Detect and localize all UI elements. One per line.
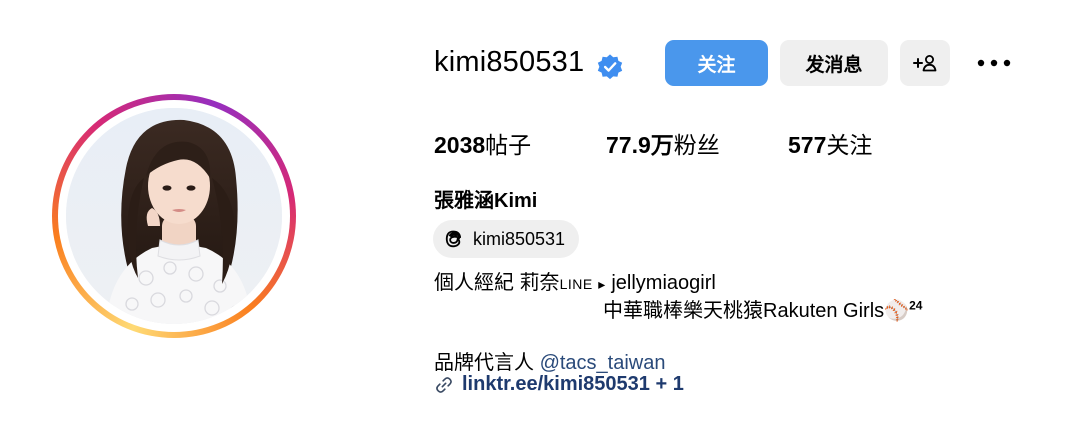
bio-line-1: 個人經紀 莉奈LINE ▸ jellymiaogirl — [434, 266, 716, 295]
posts-stat: 2038帖子 — [434, 126, 531, 160]
profile-avatar-ring[interactable] — [52, 94, 296, 338]
suggest-users-button[interactable] — [900, 40, 950, 86]
more-horizontal-icon — [977, 59, 1011, 67]
followers-stat[interactable]: 77.9万粉丝 — [606, 126, 720, 160]
add-user-icon — [913, 55, 937, 72]
brand-mention-link[interactable]: @tacs_taiwan — [540, 352, 666, 374]
baseball-icon: ⚾ — [884, 300, 910, 322]
arrow-icon: ▸ — [598, 276, 606, 292]
profile-stats: 2038帖子 77.9万粉丝 577关注 — [434, 126, 954, 158]
jersey-number: 24 — [909, 298, 923, 313]
bio-line-1-suffix: jellymiaogirl — [611, 272, 716, 294]
bio-line-3-prefix: 品牌代言人 — [434, 352, 534, 374]
bio-line-1-prefix: 個人經紀 莉奈 — [434, 272, 560, 294]
bio-line-2: 中華職棒樂天桃猿Rakuten Girls⚾24 — [603, 294, 922, 323]
threads-badge[interactable]: kimi850531 — [433, 220, 580, 258]
posts-count: 2038 — [434, 132, 486, 158]
message-button[interactable]: 发消息 — [780, 40, 888, 86]
followers-count: 77.9万 — [606, 132, 674, 158]
line-tag: LINE — [559, 276, 593, 292]
bio-line-3: 品牌代言人 @tacs_taiwan — [434, 346, 665, 375]
followers-label: 粉丝 — [673, 132, 720, 158]
more-options-button[interactable] — [974, 50, 1014, 76]
following-label: 关注 — [826, 132, 873, 158]
threads-icon — [445, 230, 462, 248]
external-link-row[interactable]: linktr.ee/kimi850531 + 1 — [434, 373, 684, 396]
external-link-text[interactable]: linktr.ee/kimi850531 + 1 — [462, 373, 684, 396]
full-name: 張雅涵Kimi — [434, 190, 538, 212]
profile-avatar[interactable] — [66, 108, 282, 324]
link-icon — [436, 376, 452, 393]
bio-line-2-text: 中華職棒樂天桃猿Rakuten Girls — [603, 300, 885, 322]
profile-header: kimi850531 关注 发消息 — [434, 40, 1054, 88]
following-stat[interactable]: 577关注 — [788, 126, 872, 160]
username: kimi850531 — [434, 46, 585, 78]
follow-button[interactable]: 关注 — [665, 40, 768, 86]
following-count: 577 — [788, 132, 827, 158]
avatar-photo — [66, 108, 282, 324]
threads-handle: kimi850531 — [473, 228, 566, 249]
posts-label: 帖子 — [485, 132, 532, 158]
verified-badge-icon — [597, 54, 623, 80]
